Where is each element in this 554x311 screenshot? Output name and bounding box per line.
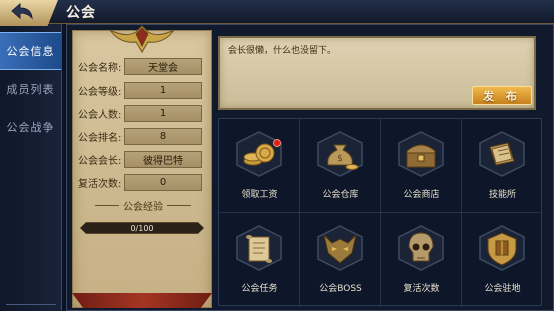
function-revives[interactable]: 复活次数 (381, 213, 462, 307)
guild-rank-value: 8 (124, 128, 202, 145)
function-grid: 领取工资 $ 公会仓库 公会商店 技能所 公会任务 公会BOSS 复活次数 公会… (218, 118, 543, 307)
guild-exp-bar: 0/100 (80, 222, 204, 234)
info-label: 公会等级: (78, 87, 122, 98)
info-label: 公会人数: (78, 110, 122, 121)
function-label: 复活次数 (403, 284, 440, 294)
page-title: 公会 (66, 5, 96, 21)
function-boss[interactable]: 公会BOSS (300, 213, 381, 307)
svg-text:$: $ (337, 154, 343, 164)
info-label: 复活次数: (78, 179, 122, 190)
skull-icon (398, 225, 444, 271)
info-row-name: 公会名称: 天堂会 (78, 58, 202, 75)
function-skills[interactable]: 技能所 (462, 119, 543, 213)
info-row-members: 公会人数: 1 (78, 105, 202, 122)
skill-book-icon (479, 131, 525, 177)
sidebar: 公会信息 成员列表 公会战争 (0, 24, 62, 311)
announcement-text: 会长很懒，什么也没留下。 (228, 46, 337, 56)
info-label: 公会排名: (78, 133, 122, 144)
sidebar-item-guild-info[interactable]: 公会信息 (0, 32, 61, 70)
info-label: 公会名称: (78, 63, 122, 74)
castle-icon (479, 225, 525, 271)
function-label: 技能所 (488, 190, 516, 200)
sidebar-item-label: 成员列表 (6, 83, 55, 96)
function-warehouse[interactable]: $ 公会仓库 (300, 119, 381, 213)
scroll-icon (236, 225, 282, 271)
function-label: 公会任务 (241, 284, 278, 294)
guild-level-value: 1 (124, 82, 202, 99)
coins-icon (236, 131, 282, 177)
guild-exp-text: 0/100 (130, 223, 154, 233)
crest-emblem-icon (108, 24, 176, 54)
guild-exp-title: 公会经验 (84, 198, 202, 213)
info-label: 公会会长: (78, 156, 122, 167)
parchment-ribbon (72, 293, 212, 308)
function-label: 公会驻地 (484, 284, 521, 294)
sidebar-item-member-list[interactable]: 成员列表 (0, 70, 61, 108)
back-arrow-icon (10, 2, 36, 24)
sidebar-divider (6, 295, 56, 305)
notification-badge (273, 139, 281, 147)
info-row-leader: 公会会长: 彼得巴特 (78, 151, 202, 168)
treasure-chest-icon (398, 131, 444, 177)
guild-name-value: 天堂会 (124, 58, 202, 75)
guild-leader-value: 彼得巴特 (124, 151, 202, 168)
sidebar-item-label: 公会信息 (6, 45, 55, 58)
info-row-level: 公会等级: 1 (78, 82, 202, 99)
function-shop[interactable]: 公会商店 (381, 119, 462, 213)
function-label: 领取工资 (241, 190, 278, 200)
function-salary[interactable]: 领取工资 (219, 119, 300, 213)
function-label: 公会仓库 (322, 190, 359, 200)
function-base[interactable]: 公会驻地 (462, 213, 543, 307)
sidebar-item-label: 公会战争 (6, 121, 55, 134)
function-quests[interactable]: 公会任务 (219, 213, 300, 307)
info-row-revives: 复活次数: 0 (78, 174, 202, 191)
demon-mask-icon (317, 225, 363, 271)
function-label: 公会商店 (403, 190, 440, 200)
publish-button[interactable]: 发 布 (472, 86, 532, 105)
info-row-rank: 公会排名: 8 (78, 128, 202, 145)
money-bag-icon: $ (317, 131, 363, 177)
sidebar-item-guild-war[interactable]: 公会战争 (0, 108, 61, 146)
guild-revives-value: 0 (124, 174, 202, 191)
function-label: 公会BOSS (319, 284, 362, 294)
guild-members-value: 1 (124, 105, 202, 122)
